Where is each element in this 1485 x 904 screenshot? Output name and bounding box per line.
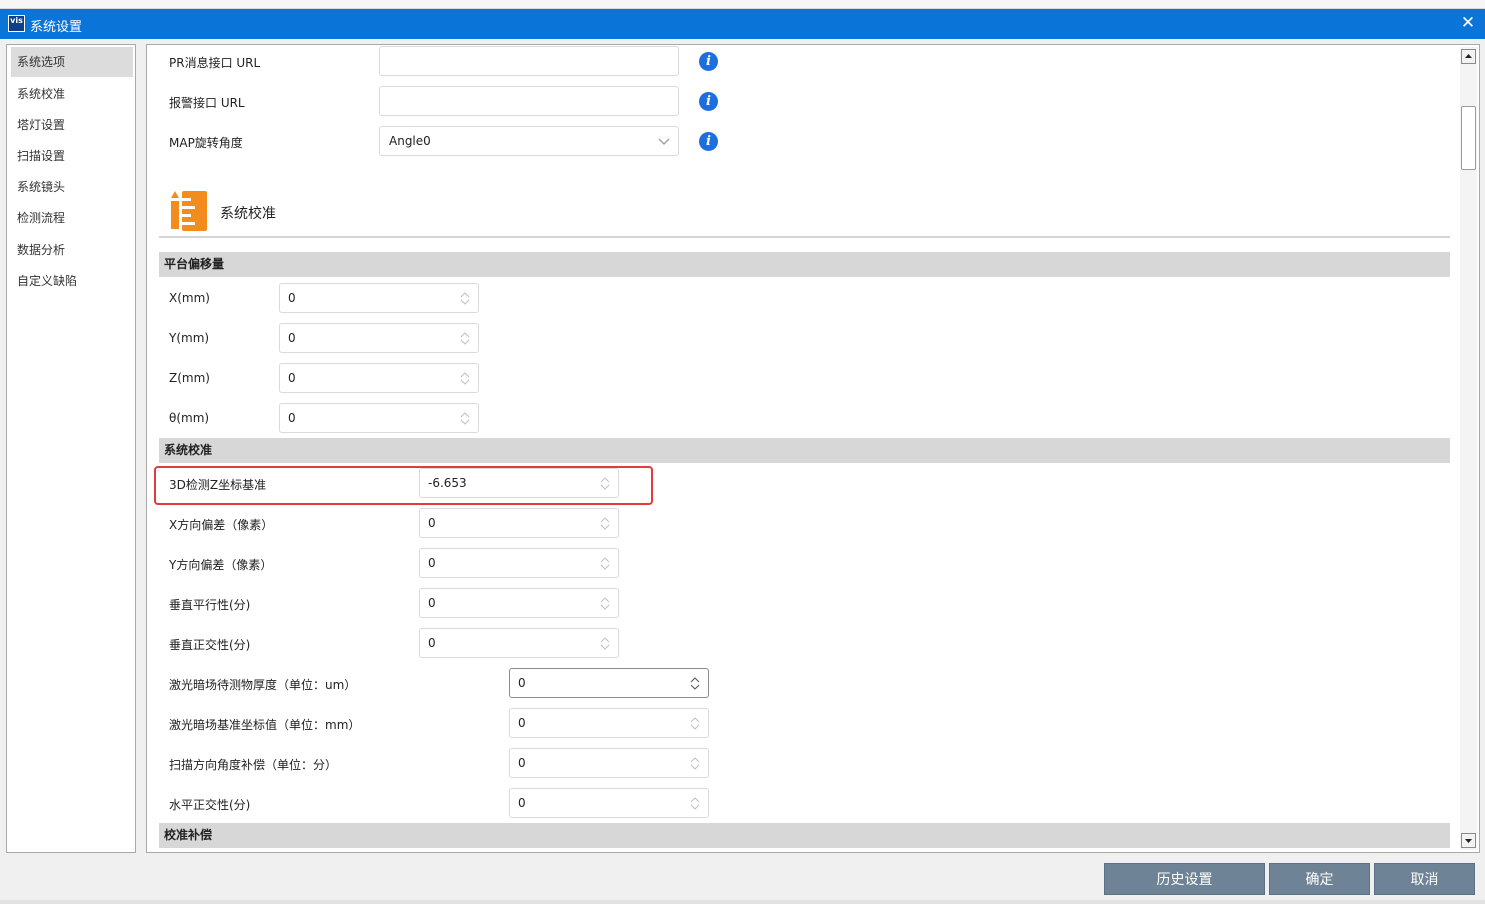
sidebar-item-scan-settings[interactable]: 扫描设置	[11, 141, 133, 171]
pr-url-label: PR消息接口 URL	[169, 56, 261, 70]
calibration-ruler-icon	[171, 191, 207, 231]
calibration-section-title: 系统校准	[220, 206, 276, 222]
offset-z-label: Z(mm)	[169, 371, 210, 385]
window-title: 系统设置	[30, 20, 83, 35]
z-reference-stepper[interactable]: -6.653	[419, 468, 619, 498]
alarm-url-input[interactable]	[379, 86, 679, 116]
sidebar-item-inspection-flow[interactable]: 检测流程	[11, 203, 133, 233]
spin-arrows-icon[interactable]	[690, 716, 700, 731]
calibration-compensation-header: 校准补偿	[159, 823, 1450, 848]
sidebar-item-system-calibration[interactable]: 系统校准	[11, 79, 133, 109]
sidebar-item-system-options[interactable]: 系统选项	[11, 47, 133, 77]
map-rotation-label: MAP旋转角度	[169, 136, 243, 150]
x-deviation-label: X方向偏差（像素）	[169, 518, 274, 532]
spin-arrows-icon[interactable]	[460, 371, 470, 386]
section-divider	[159, 236, 1450, 238]
system-calibration-header: 系统校准	[159, 438, 1450, 463]
horizontal-orthogonality-value: 0	[518, 796, 526, 810]
scan-angle-comp-value: 0	[518, 756, 526, 770]
spin-arrows-icon[interactable]	[690, 756, 700, 771]
sidebar-item-tower-light[interactable]: 塔灯设置	[11, 110, 133, 140]
laser-reference-stepper[interactable]: 0	[509, 708, 709, 738]
laser-thickness-label: 激光暗场待测物厚度（单位：um）	[169, 678, 357, 692]
top-strip	[0, 0, 1485, 9]
platform-offset-header: 平台偏移量	[159, 252, 1450, 277]
info-icon[interactable]: i	[699, 92, 718, 111]
vertical-parallelism-label: 垂直平行性(分)	[169, 598, 251, 612]
map-rotation-select[interactable]: Angle0	[379, 126, 679, 156]
scroll-down-button[interactable]	[1461, 833, 1476, 848]
offset-z-stepper[interactable]: 0	[279, 363, 479, 393]
app-logo-icon: vis	[8, 15, 25, 32]
vertical-orthogonality-label: 垂直正交性(分)	[169, 638, 251, 652]
settings-panel: PR消息接口 URL i 报警接口 URL i MAP旋转角度 Angle0 i…	[146, 44, 1480, 853]
chevron-down-icon	[658, 138, 670, 145]
vertical-parallelism-value: 0	[428, 596, 436, 610]
ok-button[interactable]: 确定	[1269, 863, 1370, 895]
info-icon[interactable]: i	[699, 132, 718, 151]
pr-url-input[interactable]	[379, 46, 679, 76]
horizontal-orthogonality-label: 水平正交性(分)	[169, 798, 251, 812]
history-settings-button[interactable]: 历史设置	[1104, 863, 1265, 895]
spin-arrows-icon[interactable]	[690, 676, 700, 691]
offset-y-label: Y(mm)	[169, 331, 210, 345]
sidebar-item-system-lens[interactable]: 系统镜头	[11, 172, 133, 202]
laser-thickness-stepper[interactable]: 0	[509, 668, 709, 698]
spin-arrows-icon[interactable]	[690, 796, 700, 811]
map-rotation-value: Angle0	[389, 134, 431, 148]
laser-reference-value: 0	[518, 716, 526, 730]
vertical-scrollbar[interactable]	[1460, 47, 1477, 850]
cancel-button[interactable]: 取消	[1374, 863, 1475, 895]
spin-arrows-icon[interactable]	[460, 411, 470, 426]
z-reference-label: 3D检测Z坐标基准	[169, 478, 267, 492]
arrow-down-icon	[1465, 839, 1472, 843]
offset-y-value: 0	[288, 331, 296, 345]
horizontal-orthogonality-stepper[interactable]: 0	[509, 788, 709, 818]
laser-reference-label: 激光暗场基准坐标值（单位：mm）	[169, 718, 361, 732]
y-deviation-stepper[interactable]: 0	[419, 548, 619, 578]
x-deviation-value: 0	[428, 516, 436, 530]
y-deviation-label: Y方向偏差（像素）	[169, 558, 273, 572]
window-bottom-edge	[0, 900, 1485, 904]
offset-x-label: X(mm)	[169, 291, 210, 305]
spin-arrows-icon[interactable]	[600, 476, 610, 491]
offset-theta-value: 0	[288, 411, 296, 425]
offset-x-stepper[interactable]: 0	[279, 283, 479, 313]
close-icon[interactable]: ✕	[1459, 14, 1477, 32]
alarm-url-label: 报警接口 URL	[169, 96, 245, 110]
spin-arrows-icon[interactable]	[600, 516, 610, 531]
arrow-up-icon	[1465, 54, 1472, 58]
title-bar: vis 系统设置 ✕	[0, 9, 1485, 39]
x-deviation-stepper[interactable]: 0	[419, 508, 619, 538]
laser-thickness-value: 0	[518, 676, 526, 690]
spin-arrows-icon[interactable]	[460, 291, 470, 306]
offset-z-value: 0	[288, 371, 296, 385]
scan-angle-comp-stepper[interactable]: 0	[509, 748, 709, 778]
offset-theta-stepper[interactable]: 0	[279, 403, 479, 433]
spin-arrows-icon[interactable]	[600, 636, 610, 651]
spin-arrows-icon[interactable]	[600, 556, 610, 571]
vertical-orthogonality-value: 0	[428, 636, 436, 650]
info-icon[interactable]: i	[699, 52, 718, 71]
offset-x-value: 0	[288, 291, 296, 305]
scrollbar-thumb[interactable]	[1461, 106, 1476, 170]
vertical-parallelism-stepper[interactable]: 0	[419, 588, 619, 618]
scroll-up-button[interactable]	[1461, 49, 1476, 64]
spin-arrows-icon[interactable]	[600, 596, 610, 611]
sidebar: 系统选项 系统校准 塔灯设置 扫描设置 系统镜头 检测流程 数据分析 自定义缺陷	[6, 44, 136, 853]
scan-angle-comp-label: 扫描方向角度补偿（单位：分）	[169, 758, 338, 772]
offset-theta-label: θ(mm)	[169, 411, 210, 425]
y-deviation-value: 0	[428, 556, 436, 570]
z-reference-value: -6.653	[428, 476, 467, 490]
offset-y-stepper[interactable]: 0	[279, 323, 479, 353]
sidebar-item-data-analysis[interactable]: 数据分析	[11, 235, 133, 265]
sidebar-item-custom-defect[interactable]: 自定义缺陷	[11, 266, 133, 296]
spin-arrows-icon[interactable]	[460, 331, 470, 346]
vertical-orthogonality-stepper[interactable]: 0	[419, 628, 619, 658]
